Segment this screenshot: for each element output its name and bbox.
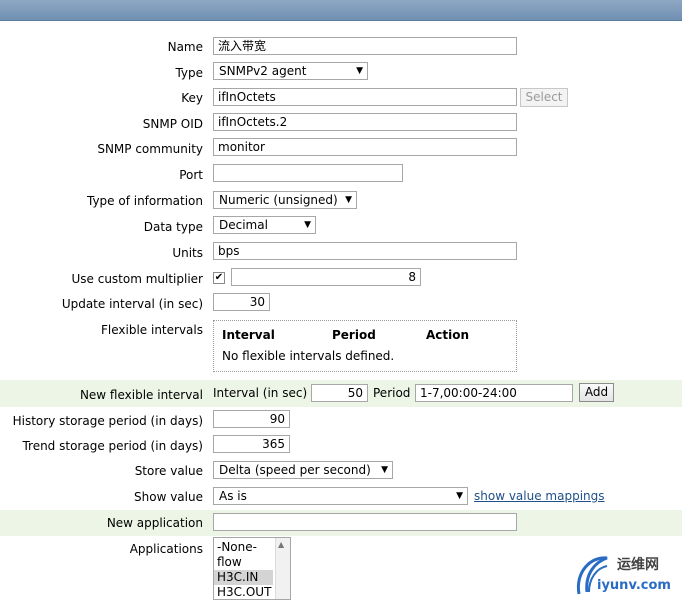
add-interval-button[interactable]: Add xyxy=(579,383,614,402)
show-value-mappings-link[interactable]: show value mappings xyxy=(474,489,605,503)
data-type-select[interactable]: Decimal ▼ xyxy=(213,216,316,234)
row-type-of-information: Type of information Numeric (unsigned) ▼ xyxy=(0,191,682,211)
snmp-community-input[interactable]: monitor xyxy=(213,138,517,156)
flexible-intervals-label: Flexible intervals xyxy=(101,323,203,337)
row-snmp-oid: SNMP OID ifInOctets.2 xyxy=(0,113,682,133)
applications-scrollbar[interactable]: ▲ xyxy=(275,538,290,599)
trend-label: Trend storage period (in days) xyxy=(22,439,203,453)
show-value-value: As is xyxy=(219,489,247,503)
snmp-oid-input[interactable]: ifInOctets.2 xyxy=(213,113,517,131)
top-header-bar xyxy=(0,0,682,21)
flexible-intervals-table: Interval Period Action No flexible inter… xyxy=(213,320,517,372)
column-header-action: Action xyxy=(426,328,470,342)
data-type-value: Decimal xyxy=(219,218,268,232)
applications-listbox[interactable]: -None- flow H3C.IN H3C.OUT ▲ xyxy=(213,537,291,600)
row-port: Port xyxy=(0,164,682,184)
history-label: History storage period (in days) xyxy=(12,414,203,428)
row-new-application: New application xyxy=(0,510,682,536)
row-type: Type SNMPv2 agent ▼ xyxy=(0,62,682,82)
row-update-interval: Update interval (in sec) 30 xyxy=(0,293,682,313)
new-application-label: New application xyxy=(106,516,203,530)
snmp-oid-label: SNMP OID xyxy=(142,117,203,131)
new-application-input[interactable] xyxy=(213,513,517,531)
type-of-information-select[interactable]: Numeric (unsigned) ▼ xyxy=(213,191,357,209)
store-value-label: Store value xyxy=(134,464,203,478)
row-key: Key ifInOctets Select xyxy=(0,88,682,108)
chevron-down-icon: ▼ xyxy=(456,491,463,501)
watermark-domain: iyunv.com xyxy=(597,578,671,593)
interval-sec-label: Interval (in sec) xyxy=(213,386,308,400)
application-option-h3c-out[interactable]: H3C.OUT xyxy=(214,585,273,599)
site-watermark: 运维网 iyunv.com xyxy=(575,548,675,598)
data-type-label: Data type xyxy=(143,220,203,234)
applications-label: Applications xyxy=(129,542,203,556)
units-input[interactable]: bps xyxy=(213,242,517,260)
chevron-down-icon: ▼ xyxy=(304,220,311,230)
row-data-type: Data type Decimal ▼ xyxy=(0,216,682,236)
scroll-up-arrow-icon: ▲ xyxy=(278,540,285,549)
type-label: Type xyxy=(175,66,203,80)
new-period-input[interactable]: 1-7,00:00-24:00 xyxy=(415,384,573,402)
row-show-value: Show value As is ▼ show value mappings xyxy=(0,487,682,507)
application-option-h3c-in[interactable]: H3C.IN xyxy=(214,570,273,585)
application-option-flow[interactable]: flow xyxy=(214,555,273,570)
port-label: Port xyxy=(179,168,203,182)
row-units: Units bps xyxy=(0,242,682,262)
update-interval-label: Update interval (in sec) xyxy=(61,297,203,311)
column-header-interval: Interval xyxy=(222,328,275,342)
chevron-down-icon: ▼ xyxy=(381,465,388,475)
port-input[interactable] xyxy=(213,164,403,182)
row-name: Name 流入带宽 xyxy=(0,37,682,57)
flexible-intervals-empty-text: No flexible intervals defined. xyxy=(222,349,395,363)
row-snmp-community: SNMP community monitor xyxy=(0,138,682,158)
watermark-title: 运维网 xyxy=(617,557,659,573)
period-label: Period xyxy=(373,386,411,400)
custom-multiplier-label: Use custom multiplier xyxy=(71,272,203,286)
row-new-flexible-interval: New flexible interval Interval (in sec) … xyxy=(0,380,682,407)
new-flexible-interval-label: New flexible interval xyxy=(79,388,203,402)
new-interval-input[interactable]: 50 xyxy=(311,384,368,402)
type-of-information-label: Type of information xyxy=(86,194,203,208)
key-input[interactable]: ifInOctets xyxy=(213,88,517,106)
show-value-label: Show value xyxy=(134,490,203,504)
store-value-value: Delta (speed per second) xyxy=(219,463,371,477)
custom-multiplier-checkbox[interactable]: ✔ xyxy=(213,272,225,284)
name-input[interactable]: 流入带宽 xyxy=(213,37,517,55)
chevron-down-icon: ▼ xyxy=(356,66,363,76)
checkmark-icon: ✔ xyxy=(214,272,224,283)
type-of-information-value: Numeric (unsigned) xyxy=(219,193,338,207)
update-interval-input[interactable]: 30 xyxy=(213,293,270,311)
trend-input[interactable]: 365 xyxy=(213,435,290,453)
key-select-button[interactable]: Select xyxy=(520,88,568,107)
row-custom-multiplier: Use custom multiplier ✔ 8 xyxy=(0,268,682,288)
snmp-community-label: SNMP community xyxy=(97,142,203,156)
name-label: Name xyxy=(167,40,203,54)
type-select-value: SNMPv2 agent xyxy=(219,64,307,78)
history-input[interactable]: 90 xyxy=(213,410,290,428)
row-history: History storage period (in days) 90 xyxy=(0,410,682,430)
application-option-none[interactable]: -None- xyxy=(214,540,273,555)
row-trend: Trend storage period (in days) 365 xyxy=(0,435,682,455)
units-label: Units xyxy=(172,246,203,260)
column-header-period: Period xyxy=(332,328,376,342)
row-store-value: Store value Delta (speed per second) ▼ xyxy=(0,461,682,481)
custom-multiplier-input[interactable]: 8 xyxy=(231,268,421,286)
chevron-down-icon: ▼ xyxy=(345,195,352,205)
store-value-select[interactable]: Delta (speed per second) ▼ xyxy=(213,461,393,479)
show-value-select[interactable]: As is ▼ xyxy=(213,487,468,505)
key-label: Key xyxy=(181,91,203,105)
type-select[interactable]: SNMPv2 agent ▼ xyxy=(213,62,368,80)
